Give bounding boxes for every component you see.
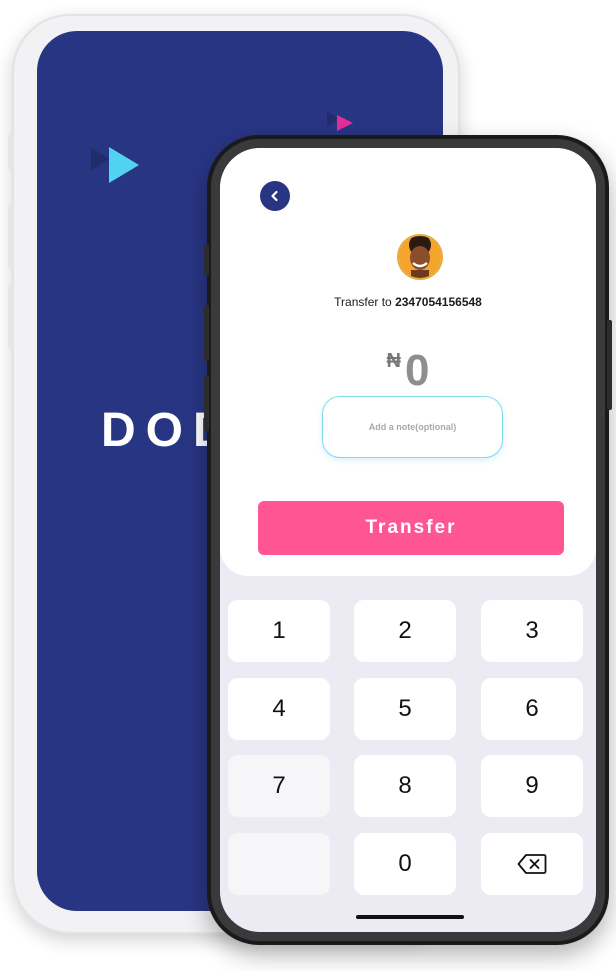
currency-symbol: ₦ <box>386 350 401 372</box>
front-phone-silent-switch <box>204 245 209 275</box>
key-7[interactable]: 7 <box>228 755 330 817</box>
key-4[interactable]: 4 <box>228 678 330 740</box>
front-phone-volume-down <box>204 375 209 431</box>
key-blank <box>228 833 330 895</box>
key-9[interactable]: 9 <box>481 755 583 817</box>
front-phone-volume-up <box>204 305 209 361</box>
key-1[interactable]: 1 <box>228 600 330 662</box>
key-5[interactable]: 5 <box>354 678 456 740</box>
home-indicator[interactable] <box>356 915 464 919</box>
key-3[interactable]: 3 <box>481 600 583 662</box>
brand-logo-icon <box>91 147 139 183</box>
transfer-card: Transfer to 2347054156548 ₦0 Add a note(… <box>220 148 596 576</box>
key-2[interactable]: 2 <box>354 600 456 662</box>
key-6[interactable]: 6 <box>481 678 583 740</box>
front-phone-frame: Transfer to 2347054156548 ₦0 Add a note(… <box>204 135 612 945</box>
recipient-prefix: Transfer to <box>334 295 396 309</box>
backspace-button[interactable] <box>481 833 583 895</box>
transfer-screen: Transfer to 2347054156548 ₦0 Add a note(… <box>220 148 596 932</box>
note-input[interactable]: Add a note(optional) <box>322 396 503 458</box>
back-button[interactable] <box>260 181 290 211</box>
back-phone-volume-down <box>8 284 14 350</box>
key-0[interactable]: 0 <box>354 833 456 895</box>
recipient-avatar <box>399 236 441 278</box>
transfer-button[interactable]: Transfer <box>258 501 564 555</box>
note-placeholder: Add a note(optional) <box>368 422 457 432</box>
back-phone-side-button <box>8 134 14 170</box>
amount-value: 0 <box>404 346 430 395</box>
chevron-left-icon <box>271 190 278 202</box>
recipient-line: Transfer to 2347054156548 <box>220 295 596 309</box>
key-8[interactable]: 8 <box>354 755 456 817</box>
avatar-image <box>399 236 441 278</box>
backspace-icon <box>517 854 547 874</box>
amount-display: ₦0 <box>220 346 596 396</box>
back-phone-volume-up <box>8 204 14 270</box>
recipient-number: 2347054156548 <box>395 295 482 309</box>
front-phone-power-button <box>607 320 612 410</box>
